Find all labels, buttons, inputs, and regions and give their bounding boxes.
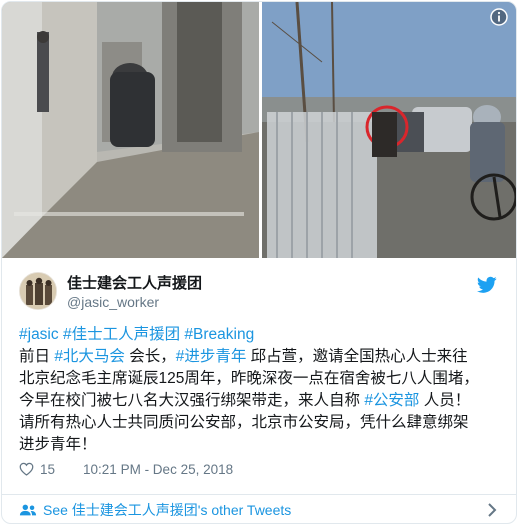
text-line-2: 北京纪念毛主席诞辰125周年，昨晚深夜一点在宿舍被七八人围堵，	[19, 370, 479, 387]
text-span: 会长，	[124, 348, 176, 365]
info-icon[interactable]	[490, 8, 508, 26]
display-name[interactable]: 佳士建会工人声援团	[67, 274, 202, 293]
tweet-text: #jasic #佳士工人声援团 #Breaking 前日 #北大马会 会长，#进…	[19, 324, 505, 456]
heart-icon[interactable]	[19, 462, 34, 476]
photo-grid	[2, 2, 516, 258]
avatar[interactable]	[19, 272, 57, 310]
tweet-meta: 15 10:21 PM - Dec 25, 2018	[19, 459, 233, 479]
tweet-card: 佳士建会工人声援团 @jasic_worker #jasic #佳士工人声援团 …	[1, 1, 517, 524]
text-span: 前日	[19, 348, 55, 365]
text-span: 今早在校门被七八名大汉强行绑架带走，来人自称	[19, 392, 365, 409]
hashtag-jasic[interactable]: #jasic	[19, 326, 59, 343]
text-span: 邱占萱，邀请全国热心人士来往	[246, 348, 468, 365]
author-names[interactable]: 佳士建会工人声援团 @jasic_worker	[67, 274, 202, 312]
chevron-right-icon[interactable]	[487, 503, 497, 517]
tweet-header: 佳士建会工人声援团 @jasic_worker	[19, 270, 505, 314]
hashtag-pku-marxist-society[interactable]: #北大马会	[54, 348, 125, 365]
text-span: 人员！	[419, 392, 471, 409]
text-line-5: 进步青年！	[19, 436, 97, 453]
photo-street[interactable]	[262, 2, 516, 258]
hashtag-support-group[interactable]: #佳士工人声援团	[63, 326, 180, 343]
photo-hallway[interactable]	[2, 2, 259, 258]
people-icon	[19, 504, 37, 516]
see-other-tweets-link[interactable]: See 佳士建会工人声援团's other Tweets	[19, 499, 505, 521]
hashtag-line: #jasic #佳士工人声援团 #Breaking	[19, 324, 505, 346]
handle[interactable]: @jasic_worker	[67, 293, 202, 312]
hashtag-ministry-public-security[interactable]: #公安部	[364, 392, 419, 409]
divider	[2, 494, 516, 495]
text-line-3: 今早在校门被七八名大汉强行绑架带走，来人自称 #公安部 人员！	[19, 390, 505, 412]
hashtag-progressive-youth[interactable]: #进步青年	[176, 348, 247, 365]
text-line-4: 请所有热心人士共同质问公安部，北京市公安局，凭什么肆意绑架	[19, 414, 469, 431]
timestamp[interactable]: 10:21 PM - Dec 25, 2018	[83, 462, 233, 477]
twitter-bird-icon[interactable]	[477, 276, 497, 294]
see-other-tweets-label[interactable]: See 佳士建会工人声援团's other Tweets	[43, 500, 291, 520]
like-count[interactable]: 15	[40, 462, 55, 477]
text-line-1: 前日 #北大马会 会长，#进步青年 邱占萱，邀请全国热心人士来往	[19, 346, 505, 368]
hashtag-breaking[interactable]: #Breaking	[184, 326, 254, 343]
